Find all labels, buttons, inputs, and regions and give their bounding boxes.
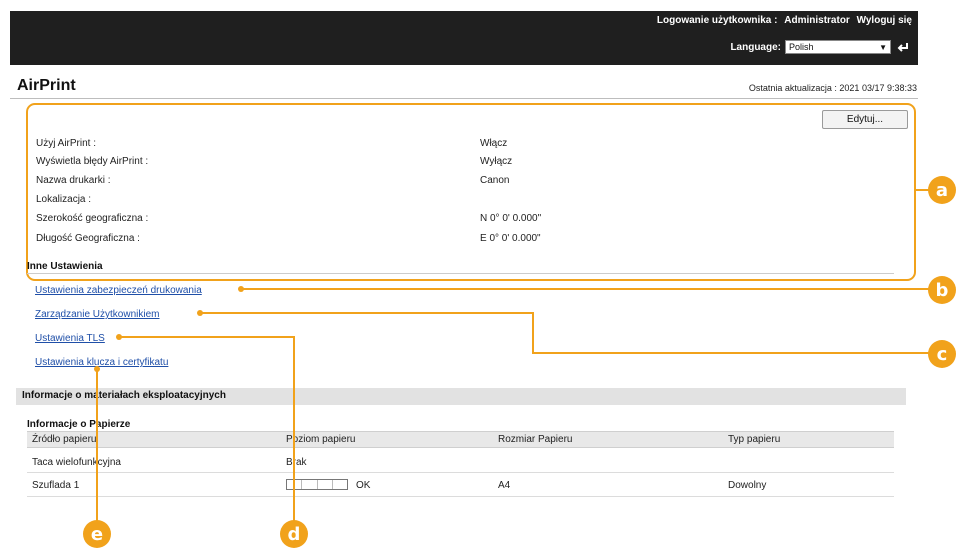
last-update-text: Ostatnia aktualizacja : 2021 03/17 9:38:… [748,83,917,93]
table-row-divider [27,472,894,473]
language-row: Language: Polish ▼ [730,39,910,55]
callout-badge-d: d [280,520,308,548]
column-header: Rozmiar Papieru [498,434,573,445]
setting-value: E 0° 0' 0.000" [480,233,541,244]
callout-badge-b: b [928,276,956,304]
callout-leader-b [241,288,931,290]
print-security-settings-link[interactable]: Ustawienia zabezpieczeń drukowania [35,285,202,296]
table-cell-level: OK [356,480,371,491]
login-info: Logowanie użytkownika : Administrator Wy… [653,15,912,26]
callout-leader-c-bottom [532,352,930,354]
column-header: Źródło papieru [32,434,97,445]
table-cell-level: Brak [286,457,307,468]
callout-leader-d [119,336,295,338]
table-cell-type: Dowolny [728,480,767,491]
setting-label: Szerokość geograficzna : [36,213,149,224]
logout-link[interactable]: Wyloguj się [857,15,912,26]
top-header-bar: Logowanie użytkownika : Administrator Wy… [10,11,918,65]
setting-value: Wyłącz [480,156,513,167]
edit-button[interactable]: Edytuj... [822,110,908,129]
language-label: Language: [730,41,781,53]
setting-value: N 0° 0' 0.000" [480,213,542,224]
column-header: Typ papieru [728,434,781,445]
callout-leader-c-vertical [532,312,534,354]
paper-info-heading: Informacje o Papierze [27,419,131,430]
table-cell-source: Szuflada 1 [32,480,80,491]
consumables-heading: Informacje o materiałach eksploatacyjnyc… [22,390,226,401]
callout-leader-c [200,312,534,314]
section-divider [27,273,894,274]
setting-label: Wyświetla błędy AirPrint : [36,156,149,167]
language-value: Polish [789,42,814,52]
apply-return-icon[interactable] [896,40,910,54]
tls-settings-link[interactable]: Ustawienia TLS [35,333,105,344]
callout-badge-c: c [928,340,956,368]
setting-label: Lokalizacja : [36,194,92,205]
callout-leader-d-vertical [293,336,295,522]
other-settings-heading: Inne Ustawienia [27,261,103,272]
callout-highlight-a [26,103,916,281]
paper-level-gauge [286,479,348,490]
language-select[interactable]: Polish ▼ [785,40,891,54]
setting-value: Canon [480,175,510,186]
table-cell-size: A4 [498,480,511,491]
title-divider [10,98,918,99]
callout-badge-a: a [928,176,956,204]
user-management-link[interactable]: Zarządzanie Użytkownikiem [35,309,160,320]
callout-leader-e [96,369,98,522]
setting-value: Włącz [480,138,508,149]
callout-badge-e: e [83,520,111,548]
login-label: Logowanie użytkownika : [656,15,778,26]
table-row-divider [27,496,894,497]
table-cell-source: Taca wielofunkcyjna [32,457,121,468]
setting-label: Użyj AirPrint : [36,138,97,149]
setting-label: Nazwa drukarki : [36,175,111,186]
setting-label: Długość Geograficzna : [36,233,140,244]
key-certificate-settings-link[interactable]: Ustawienia klucza i certyfikatu [35,357,168,368]
user-name: Administrator [784,15,850,26]
page-title: AirPrint [17,77,76,94]
chevron-down-icon: ▼ [879,42,887,52]
column-header: Poziom papieru [286,434,356,445]
